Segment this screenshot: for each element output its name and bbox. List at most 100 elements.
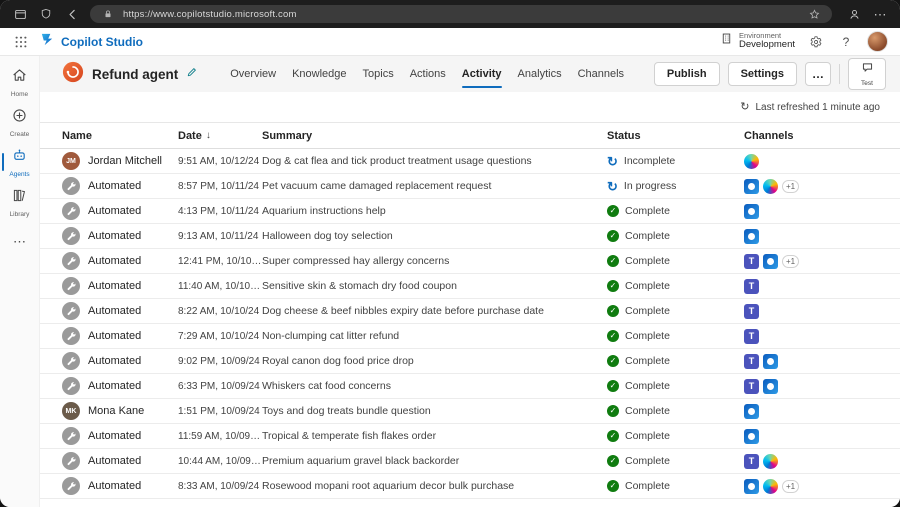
row-name: Automated <box>88 255 141 267</box>
row-status: ✓Complete <box>607 230 744 242</box>
table-row[interactable]: Automated8:57 PM, 10/11/24Pet vacuum cam… <box>40 174 900 199</box>
row-status-text: Complete <box>625 455 670 467</box>
shield-icon[interactable] <box>38 6 54 22</box>
column-header-status: Status <box>607 130 744 142</box>
table-header: Name Date↓ Summary Status Channels <box>40 122 900 149</box>
tab-topics[interactable]: Topics <box>355 56 402 92</box>
agent-header: Refund agent OverviewKnowledgeTopicsActi… <box>40 56 900 92</box>
row-summary: Sensitive skin & stomach dry food coupon <box>262 280 607 292</box>
app-header-actions: Environment Development ? <box>720 31 888 52</box>
in-progress-status-icon: ↻ <box>607 180 618 193</box>
tab-actions[interactable]: Actions <box>402 56 454 92</box>
row-date: 10:44 AM, 10/09/24 <box>178 456 262 467</box>
favorites-star-icon[interactable] <box>806 6 822 22</box>
create-icon <box>11 107 28 129</box>
agent-tabs: OverviewKnowledgeTopicsActionsActivityAn… <box>222 56 632 92</box>
table-row[interactable]: Automated11:40 AM, 10/10/24Sensitive ski… <box>40 274 900 299</box>
row-status-text: Complete <box>625 255 670 267</box>
m365-copilot-channel-icon <box>744 404 759 419</box>
row-date: 8:22 AM, 10/10/24 <box>178 306 262 317</box>
row-summary: Premium aquarium gravel black backorder <box>262 455 607 467</box>
row-status: ✓ Complete <box>607 255 744 267</box>
table-row[interactable]: Automated10:44 AM, 10/09/24Premium aquar… <box>40 449 900 474</box>
back-arrow-icon[interactable] <box>64 6 80 22</box>
complete-status-icon: ✓ <box>607 305 619 317</box>
sidebar-item-library[interactable]: Library <box>0 184 40 220</box>
tab-activity[interactable]: Activity <box>454 56 510 92</box>
row-status: ✓Complete <box>607 205 744 217</box>
tab-overview[interactable]: Overview <box>222 56 284 92</box>
row-status-text: Complete <box>625 380 670 392</box>
table-row[interactable]: Automated9:13 AM, 10/11/24Halloween dog … <box>40 224 900 249</box>
table-row[interactable]: Automated6:33 PM, 10/09/24Whiskers cat f… <box>40 374 900 399</box>
copilot-channel-icon <box>763 454 778 469</box>
m365-copilot-channel-icon <box>763 354 778 369</box>
environment-picker[interactable]: Environment Development <box>720 32 795 52</box>
settings-button[interactable]: Settings <box>728 62 797 86</box>
building-icon <box>720 32 733 50</box>
row-name: Automated <box>88 480 141 492</box>
divider <box>839 64 840 84</box>
row-status: ✓Complete <box>607 330 744 342</box>
browser-more-icon[interactable]: ⋯ <box>872 6 888 22</box>
tab-analytics[interactable]: Analytics <box>510 56 570 92</box>
column-header-summary: Summary <box>262 130 607 142</box>
table-row[interactable]: Automated11:59 AM, 10/09/24Tropical & te… <box>40 424 900 449</box>
sidebar-item-more[interactable]: ⋯ <box>0 224 40 260</box>
activity-table-body: JMJordan Mitchell9:51 AM, 10/12/24Dog & … <box>40 149 900 507</box>
app-brand[interactable]: Copilot Studio <box>40 32 143 52</box>
browser-chrome: https://www.copilotstudio.microsoft.com … <box>0 0 900 28</box>
table-row[interactable]: Automated12:41 PM, 10/10/24Super compres… <box>40 249 900 274</box>
chat-test-icon <box>861 61 874 79</box>
table-row[interactable]: MKMona Kane1:51 PM, 10/09/24Toys and dog… <box>40 399 900 424</box>
test-button[interactable]: Test <box>848 58 886 90</box>
row-name: Automated <box>88 205 141 217</box>
complete-status-icon: ✓ <box>607 255 619 267</box>
refresh-status[interactable]: ↻ Last refreshed 1 minute ago <box>40 92 900 122</box>
more-options-button[interactable]: … <box>805 62 831 86</box>
waffle-menu-icon[interactable] <box>14 35 28 49</box>
table-row[interactable]: JMJordan Mitchell9:51 AM, 10/12/24Dog & … <box>40 149 900 174</box>
sidebar-item-label: Home <box>11 91 28 98</box>
browser-tabs-icon[interactable] <box>12 6 28 22</box>
sidebar-item-create[interactable]: Create <box>0 104 40 140</box>
table-row[interactable]: Automated4:13 PM, 10/11/24Aquarium instr… <box>40 199 900 224</box>
page-title: Refund agent <box>92 67 178 82</box>
row-date: 1:51 PM, 10/09/24 <box>178 406 262 417</box>
gear-icon[interactable] <box>807 33 825 51</box>
sidebar-item-agents[interactable]: Agents <box>0 144 40 180</box>
edit-agent-icon[interactable] <box>186 65 198 83</box>
row-name: Mona Kane <box>88 405 144 417</box>
table-row[interactable]: Automated8:22 AM, 10/10/24Dog cheese & b… <box>40 299 900 324</box>
help-icon[interactable]: ? <box>837 33 855 51</box>
complete-status-icon: ✓ <box>607 280 619 292</box>
row-status: ✓Complete <box>607 355 744 367</box>
table-row[interactable]: Automated9:02 PM, 10/09/24Royal canon do… <box>40 349 900 374</box>
tab-channels[interactable]: Channels <box>570 56 632 92</box>
table-row[interactable]: Automated7:29 AM, 10/10/24Non-clumping c… <box>40 324 900 349</box>
complete-status-icon: ✓ <box>607 380 619 392</box>
row-name: Automated <box>88 430 141 442</box>
teams-channel-icon: T <box>744 304 759 319</box>
row-channels <box>744 154 878 169</box>
row-channels: T <box>744 379 878 394</box>
publish-button[interactable]: Publish <box>654 62 720 86</box>
row-channels: T <box>744 329 878 344</box>
home-icon <box>11 67 28 89</box>
address-bar[interactable]: https://www.copilotstudio.microsoft.com <box>90 5 832 23</box>
column-header-date[interactable]: Date↓ <box>178 130 262 142</box>
row-summary: Pet vacuum came damaged replacement requ… <box>262 180 607 192</box>
sidebar-item-home[interactable]: Home <box>0 64 40 100</box>
row-status: ✓Complete <box>607 405 744 417</box>
browser-profile-icon[interactable] <box>846 6 862 22</box>
user-avatar[interactable] <box>867 31 888 52</box>
lock-icon <box>100 6 116 22</box>
m365-copilot-channel-icon <box>744 204 759 219</box>
tab-knowledge[interactable]: Knowledge <box>284 56 354 92</box>
more-channels-badge: +1 <box>782 255 799 268</box>
automated-icon <box>62 227 80 245</box>
complete-status-icon: ✓ <box>607 330 619 342</box>
row-name: Automated <box>88 355 141 367</box>
row-status-text: Complete <box>625 305 670 317</box>
table-row[interactable]: Automated8:33 AM, 10/09/24Rosewood mopan… <box>40 474 900 499</box>
